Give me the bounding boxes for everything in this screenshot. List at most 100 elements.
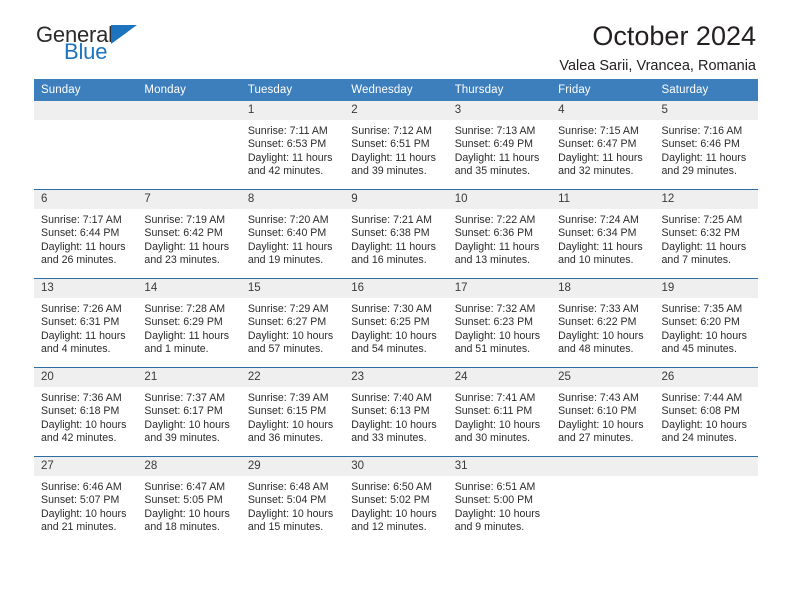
day-details: Sunrise: 7:32 AM Sunset: 6:23 PM Daylight:… — [448, 298, 551, 356]
sunrise-text: Sunrise: 6:50 AM — [351, 481, 432, 493]
day-number: 29 — [240, 457, 345, 476]
calendar-day-cell[interactable]: 8 Sunrise: 7:20 AM Sunset: 6:40 PM Daylight… — [240, 189, 345, 279]
calendar-day-cell[interactable]: 23 Sunrise: 7:40 AM Sunset: 6:13 PM Dayligh… — [344, 367, 448, 457]
day-details: Sunrise: 7:21 AM Sunset: 6:38 PM Daylight:… — [344, 209, 447, 267]
calendar-day-cell[interactable]: 5 Sunrise: 7:16 AM Sunset: 6:46 PM Daylight… — [654, 101, 758, 190]
daylight-text: Daylight: 10 hours and 30 minutes. — [454, 418, 541, 444]
sunrise-text: Sunrise: 7:20 AM — [247, 214, 329, 226]
daylight-text: Daylight: 10 hours and 36 minutes. — [247, 418, 334, 444]
daylight-text: Daylight: 10 hours and 27 minutes. — [558, 418, 644, 444]
sunrise-text: Sunrise: 7:30 AM — [351, 303, 432, 315]
daylight-text: Daylight: 10 hours and 15 minutes. — [247, 507, 334, 533]
day-number: 11 — [551, 190, 655, 209]
day-details: Sunrise: 7:20 AM Sunset: 6:40 PM Daylight:… — [241, 209, 344, 267]
sunset-text: Sunset: 6:27 PM — [247, 316, 327, 329]
calendar-body: 1 Sunrise: 7:11 AM Sunset: 6:53 PM Daylight… — [34, 101, 758, 545]
calendar-day-cell[interactable]: 12 Sunrise: 7:25 AM Sunset: 6:32 PM Dayligh… — [654, 189, 758, 279]
calendar-day-cell[interactable]: 6 Sunrise: 7:17 AM Sunset: 6:44 PM Daylight… — [34, 189, 138, 279]
daylight-text: Daylight: 10 hours and 48 minutes. — [558, 329, 644, 355]
day-details: Sunrise: 7:44 AM Sunset: 6:08 PM Daylight:… — [655, 387, 758, 445]
day-details: Sunrise: 7:24 AM Sunset: 6:34 PM Daylight:… — [551, 209, 654, 267]
day-number: 28 — [137, 457, 241, 476]
daylight-text: Daylight: 11 hours and 29 minutes. — [661, 151, 747, 177]
sunset-text: Sunset: 6:44 PM — [41, 227, 120, 240]
day-number: 3 — [447, 101, 552, 120]
calendar-day-cell[interactable]: 13 Sunrise: 7:26 AM Sunset: 6:31 PM Dayligh… — [34, 278, 138, 368]
calendar-day-cell[interactable]: 1 Sunrise: 7:11 AM Sunset: 6:53 PM Daylight… — [240, 101, 345, 190]
daylight-text: Daylight: 10 hours and 45 minutes. — [661, 329, 747, 355]
day-number: 13 — [34, 279, 138, 298]
calendar-day-cell[interactable]: 31 Sunrise: 6:51 AM Sunset: 5:00 PM Dayligh… — [447, 456, 552, 545]
sunrise-text: Sunrise: 7:33 AM — [558, 303, 639, 315]
sunrise-text: Sunrise: 7:36 AM — [41, 392, 122, 404]
calendar-day-cell[interactable]: 10 Sunrise: 7:22 AM Sunset: 6:36 PM Dayligh… — [447, 189, 552, 279]
day-details: Sunrise: 6:50 AM Sunset: 5:02 PM Daylight:… — [344, 476, 447, 534]
weekday-header-saturday: Saturday — [654, 79, 758, 101]
day-number: 27 — [34, 457, 138, 476]
calendar-day-cell[interactable]: 3 Sunrise: 7:13 AM Sunset: 6:49 PM Daylight… — [447, 101, 552, 190]
sunrise-text: Sunrise: 7:12 AM — [351, 125, 432, 137]
weekday-header-wednesday: Wednesday — [344, 79, 448, 101]
weekday-header-tuesday: Tuesday — [240, 79, 345, 101]
calendar-day-cell[interactable]: 25 Sunrise: 7:43 AM Sunset: 6:10 PM Dayligh… — [551, 367, 655, 457]
calendar-day-cell[interactable]: 15 Sunrise: 7:29 AM Sunset: 6:27 PM Dayligh… — [240, 278, 345, 368]
day-details: Sunrise: 6:48 AM Sunset: 5:04 PM Daylight:… — [241, 476, 344, 534]
calendar-day-cell[interactable]: 27 Sunrise: 6:46 AM Sunset: 5:07 PM Dayligh… — [34, 456, 138, 545]
calendar-day-cell[interactable]: 21 Sunrise: 7:37 AM Sunset: 6:17 PM Dayligh… — [137, 367, 241, 457]
day-number: 23 — [344, 368, 448, 387]
calendar-week-row: 6 Sunrise: 7:17 AM Sunset: 6:44 PM Daylight… — [34, 189, 758, 279]
calendar-day-cell[interactable]: 20 Sunrise: 7:36 AM Sunset: 6:18 PM Dayligh… — [34, 367, 138, 457]
calendar-day-cell[interactable]: 30 Sunrise: 6:50 AM Sunset: 5:02 PM Dayligh… — [344, 456, 448, 545]
sunrise-text: Sunrise: 7:26 AM — [41, 303, 122, 315]
sunset-text: Sunset: 6:25 PM — [351, 316, 430, 329]
day-number: 22 — [240, 368, 345, 387]
daylight-text: Daylight: 11 hours and 1 minute. — [144, 329, 230, 355]
sunrise-text: Sunrise: 7:37 AM — [144, 392, 226, 404]
calendar-day-cell[interactable]: 26 Sunrise: 7:44 AM Sunset: 6:08 PM Dayligh… — [654, 367, 758, 457]
calendar-day-cell[interactable]: 18 Sunrise: 7:33 AM Sunset: 6:22 PM Dayligh… — [551, 278, 655, 368]
calendar-day-cell[interactable]: 4 Sunrise: 7:15 AM Sunset: 6:47 PM Daylight… — [551, 101, 655, 190]
triangle-logo-icon — [110, 25, 137, 44]
weekday-header-thursday: Thursday — [447, 79, 552, 101]
calendar-day-cell[interactable]: 22 Sunrise: 7:39 AM Sunset: 6:15 PM Dayligh… — [240, 367, 345, 457]
day-number: 14 — [137, 279, 241, 298]
sunset-text: Sunset: 6:22 PM — [558, 316, 637, 329]
calendar-week-row: 13 Sunrise: 7:26 AM Sunset: 6:31 PM Dayligh… — [34, 278, 758, 368]
weekday-header-monday: Monday — [137, 79, 241, 101]
daylight-text: Daylight: 10 hours and 39 minutes. — [144, 418, 230, 444]
daylight-text: Daylight: 10 hours and 51 minutes. — [454, 329, 541, 355]
calendar-day-cell[interactable]: 19 Sunrise: 7:35 AM Sunset: 6:20 PM Dayligh… — [654, 278, 758, 368]
calendar-day-cell[interactable]: 29 Sunrise: 6:48 AM Sunset: 5:04 PM Dayligh… — [240, 456, 345, 545]
daylight-text: Daylight: 10 hours and 42 minutes. — [41, 418, 127, 444]
calendar-week-row: 1 Sunrise: 7:11 AM Sunset: 6:53 PM Daylight… — [34, 101, 758, 190]
weekday-header-friday: Friday — [551, 79, 655, 101]
calendar-day-cell[interactable]: 2 Sunrise: 7:12 AM Sunset: 6:51 PM Daylight… — [344, 101, 448, 190]
sunset-text: Sunset: 6:17 PM — [144, 405, 223, 418]
day-details: Sunrise: 7:33 AM Sunset: 6:22 PM Daylight:… — [551, 298, 654, 356]
calendar-day-cell[interactable]: 7 Sunrise: 7:19 AM Sunset: 6:42 PM Daylight… — [137, 189, 241, 279]
sunset-text: Sunset: 6:31 PM — [41, 316, 120, 329]
day-details: Sunrise: 7:26 AM Sunset: 6:31 PM Daylight:… — [34, 298, 137, 356]
sunset-text: Sunset: 5:05 PM — [144, 494, 223, 507]
sunrise-text: Sunrise: 7:28 AM — [144, 303, 226, 315]
calendar-day-cell[interactable]: 24 Sunrise: 7:41 AM Sunset: 6:11 PM Dayligh… — [447, 367, 552, 457]
sunrise-text: Sunrise: 7:35 AM — [661, 303, 743, 315]
sunset-text: Sunset: 5:00 PM — [454, 494, 534, 507]
calendar-day-cell[interactable]: 9 Sunrise: 7:21 AM Sunset: 6:38 PM Daylight… — [344, 189, 448, 279]
daylight-text: Daylight: 11 hours and 7 minutes. — [661, 240, 747, 266]
calendar-day-cell[interactable]: 11 Sunrise: 7:24 AM Sunset: 6:34 PM Dayligh… — [551, 189, 655, 279]
day-number — [654, 457, 758, 476]
day-details: Sunrise: 7:41 AM Sunset: 6:11 PM Daylight:… — [448, 387, 551, 445]
day-number: 25 — [551, 368, 655, 387]
weekday-header-sunday: Sunday — [34, 79, 138, 101]
daylight-text: Daylight: 11 hours and 4 minutes. — [41, 329, 126, 355]
calendar-day-cell[interactable]: 28 Sunrise: 6:47 AM Sunset: 5:05 PM Dayligh… — [137, 456, 241, 545]
day-details: Sunrise: 7:30 AM Sunset: 6:25 PM Daylight:… — [344, 298, 447, 356]
day-details: Sunrise: 7:40 AM Sunset: 6:13 PM Daylight:… — [344, 387, 447, 445]
calendar-day-cell[interactable]: 16 Sunrise: 7:30 AM Sunset: 6:25 PM Dayligh… — [344, 278, 448, 368]
sunrise-text: Sunrise: 7:24 AM — [558, 214, 639, 226]
calendar-day-cell[interactable]: 17 Sunrise: 7:32 AM Sunset: 6:23 PM Dayligh… — [447, 278, 552, 368]
calendar-cell-empty — [34, 101, 138, 190]
calendar-day-cell[interactable]: 14 Sunrise: 7:28 AM Sunset: 6:29 PM Dayligh… — [137, 278, 241, 368]
day-number: 26 — [654, 368, 758, 387]
